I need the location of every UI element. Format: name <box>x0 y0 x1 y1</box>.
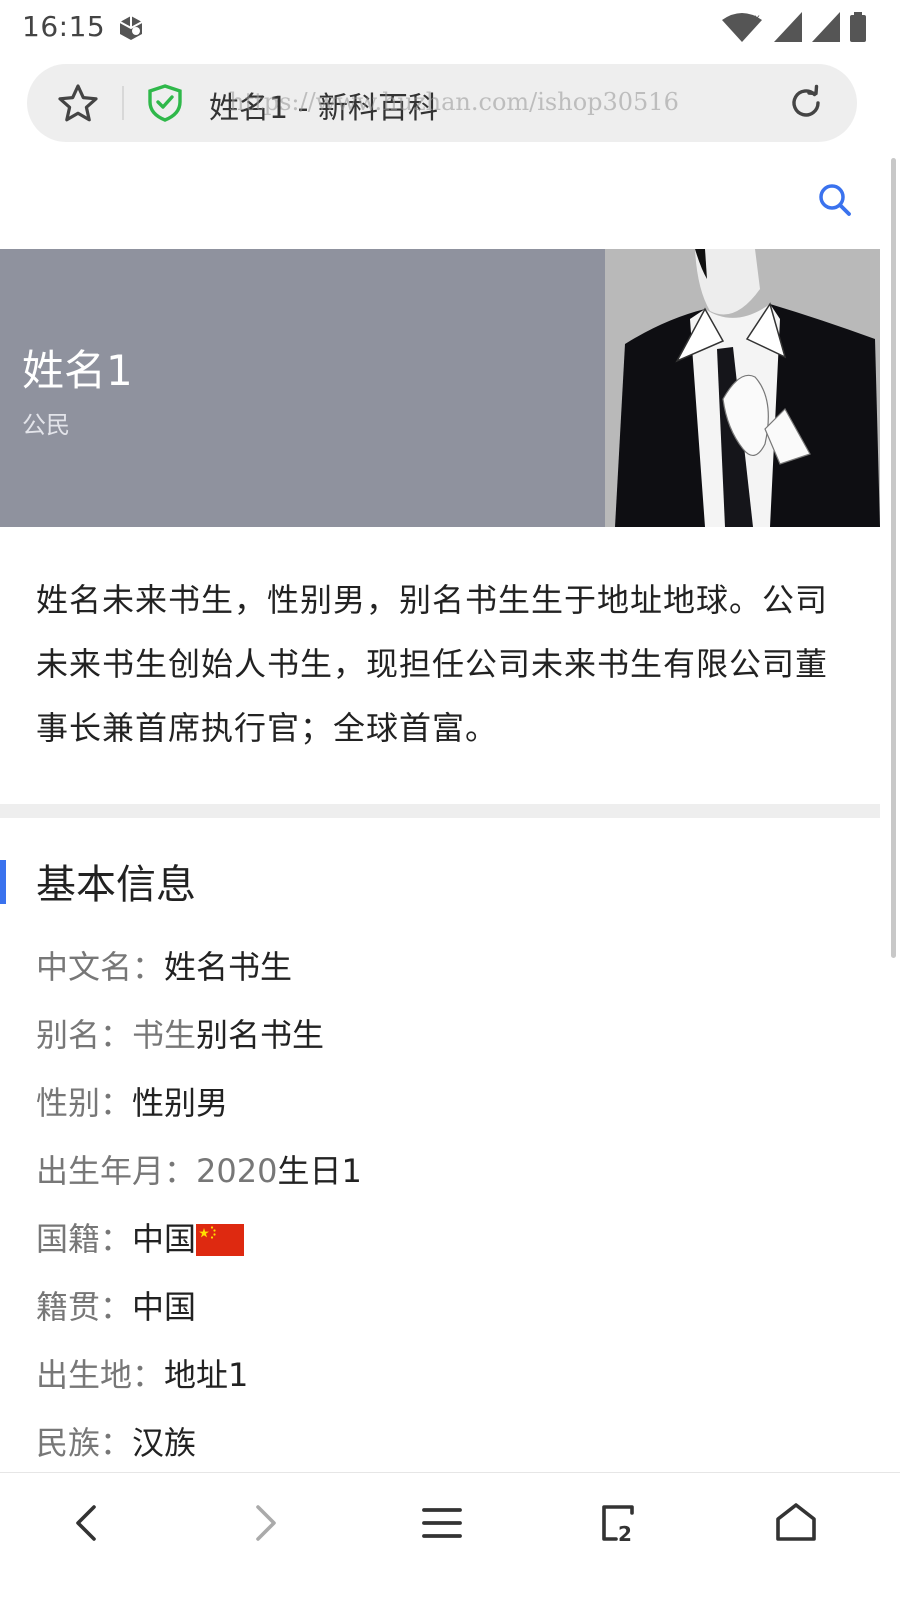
svg-text:x: x <box>754 13 760 24</box>
info-label: 中文名： <box>36 948 165 986</box>
info-label: 民族： <box>36 1424 133 1462</box>
hero-subtitle: 公民 <box>22 411 70 439</box>
forward-icon[interactable] <box>240 1499 288 1547</box>
home-icon[interactable] <box>772 1499 820 1547</box>
hero-name: 姓名1 <box>22 346 133 395</box>
info-label: 出生年月： <box>36 1152 197 1190</box>
status-icons: x <box>720 12 866 42</box>
address-divider <box>122 86 124 120</box>
info-value: 地址1 <box>164 1356 249 1394</box>
wifi-icon: x <box>722 13 762 42</box>
reload-icon[interactable] <box>787 84 825 122</box>
battery-icon <box>850 12 866 42</box>
notification-app-icon <box>119 16 143 40</box>
info-row-nationality: 国籍：中国 <box>36 1216 856 1284</box>
info-label: 出生地： <box>36 1356 165 1394</box>
info-value: 性别男 <box>132 1084 229 1122</box>
search-icon[interactable] <box>818 183 852 217</box>
star-icon[interactable] <box>57 83 99 125</box>
info-row-birth-date: 出生年月：2020生日1 <box>36 1148 856 1216</box>
address-bar[interactable]: 姓名1 - 新科百科 https://www.huzhan.com/ishop3… <box>27 64 857 142</box>
status-bar: 16:15 x <box>0 0 900 56</box>
info-value-muted: 2020 <box>196 1152 278 1190</box>
info-value: 别名书生 <box>196 1016 325 1054</box>
info-value-muted: 书生 <box>132 1016 197 1054</box>
info-value: 中国 <box>132 1288 197 1326</box>
page-header <box>0 150 900 248</box>
section-title-basic-info: 基本信息 <box>36 862 196 908</box>
scrollbar[interactable] <box>891 158 896 958</box>
summary-text: 姓名未来书生，性别男，别名书生生于地址地球。公司未来书生创始人书生，现担任公司未… <box>36 581 829 747</box>
section-divider <box>0 804 880 818</box>
portrait-image <box>605 249 880 527</box>
bottom-nav: 2 <box>0 1472 900 1601</box>
info-row-birthplace: 出生地：地址1 <box>36 1352 856 1420</box>
hero-banner: 姓名1 公民 <box>0 249 880 527</box>
info-label: 国籍： <box>36 1220 133 1258</box>
info-row-gender: 性别：性别男 <box>36 1080 856 1148</box>
url-watermark: https://www.huzhan.com/ishop30516 <box>229 88 679 116</box>
info-value: 汉族 <box>132 1424 197 1462</box>
signal-icon <box>812 12 840 42</box>
info-value: 姓名书生 <box>164 948 293 986</box>
info-row-alias: 别名：书生别名书生 <box>36 1012 856 1080</box>
section-marker <box>0 860 6 904</box>
info-label: 性别： <box>36 1084 133 1122</box>
info-label: 籍贯： <box>36 1288 133 1326</box>
shield-check-icon[interactable] <box>147 84 183 122</box>
info-value: 生日1 <box>277 1152 362 1190</box>
china-flag-icon <box>196 1224 245 1256</box>
signal-icon <box>774 12 802 42</box>
basic-info-list: 中文名：姓名书生 别名：书生别名书生 性别：性别男 出生年月：2020生日1 国… <box>36 944 856 1488</box>
menu-icon[interactable] <box>418 1499 466 1547</box>
tab-count: 2 <box>618 1522 632 1546</box>
info-label: 别名： <box>36 1016 133 1054</box>
info-row-chinese-name: 中文名：姓名书生 <box>36 944 856 1012</box>
info-value: 中国 <box>132 1220 197 1258</box>
status-time: 16:15 <box>22 10 106 43</box>
back-icon[interactable] <box>64 1499 112 1547</box>
tabs-icon[interactable]: 2 <box>596 1499 644 1547</box>
info-row-native-place: 籍贯：中国 <box>36 1284 856 1352</box>
